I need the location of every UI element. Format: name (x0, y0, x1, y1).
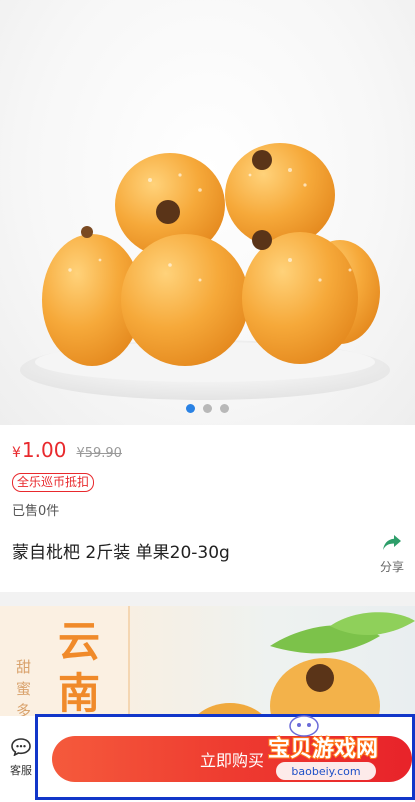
coin-deduction-badge: 全乐巡币抵扣 (12, 473, 95, 492)
customer-service-label: 客服 (10, 764, 32, 777)
carousel-dot-3[interactable] (220, 404, 229, 413)
price-currency: ¥ (12, 445, 21, 461)
chat-bubble-icon (11, 738, 31, 757)
detail-side-text: 甜蜜多 (16, 658, 32, 720)
bottom-action-bar: 客服 立即购买 (0, 716, 415, 802)
carousel-indicator (0, 404, 415, 414)
detail-big-text: 云南 (58, 617, 101, 718)
section-divider (0, 592, 415, 606)
buy-now-label: 立即购买 (199, 751, 264, 770)
current-price: 1.00 (21, 438, 67, 462)
carousel-dot-1[interactable] (186, 404, 195, 413)
price-row: ¥ 1.00 ¥59.90 (12, 438, 122, 462)
product-title: 蒙自枇杷 2斤装 单果20-30g (12, 543, 230, 563)
carousel-dot-2[interactable] (203, 404, 212, 413)
product-image-carousel[interactable] (0, 0, 415, 425)
sold-count: 已售0件 (12, 504, 60, 519)
product-photo-loquats (20, 143, 390, 400)
share-icon (383, 535, 401, 550)
original-price: ¥59.90 (76, 446, 122, 461)
share-button[interactable]: 分享 (376, 534, 408, 575)
share-label: 分享 (379, 560, 404, 574)
buy-now-button[interactable]: 立即购买 (52, 736, 412, 782)
customer-service-button[interactable]: 客服 (6, 738, 36, 778)
